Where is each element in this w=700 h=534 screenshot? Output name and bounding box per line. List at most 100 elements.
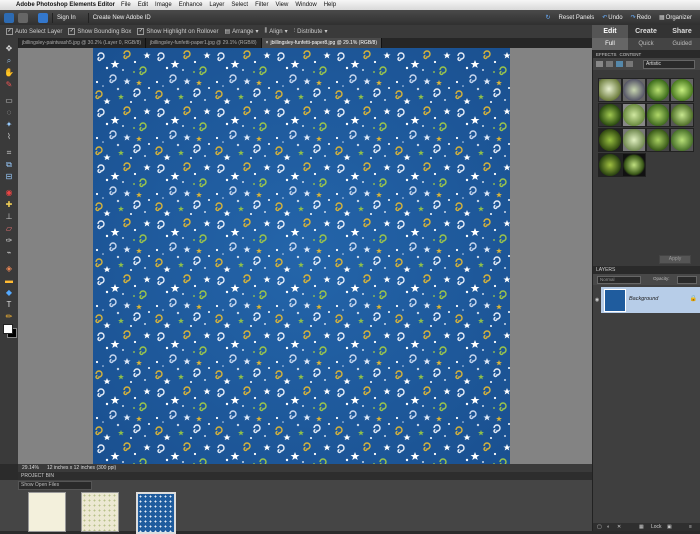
bin-thumbnail-funfetti-paper1[interactable] xyxy=(81,492,119,532)
apply-button[interactable]: Apply xyxy=(659,255,691,264)
show-open-files-dropdown[interactable]: Show Open Files xyxy=(18,481,92,490)
pencil-tool-icon[interactable]: ✏ xyxy=(4,312,14,322)
effect-thumbnail[interactable] xyxy=(670,103,694,127)
lock-transparent-icon[interactable]: ▦ xyxy=(639,524,644,530)
lock-all-icon[interactable]: ▣ xyxy=(667,524,672,530)
doc-tab-paintwash[interactable]: jbillingsley-paintwash5.jpg @ 30.2% (Lay… xyxy=(18,38,147,48)
reset-panels-button[interactable]: Reset Panels xyxy=(559,15,595,21)
organizer-icon[interactable]: ▦ xyxy=(659,14,665,21)
tab-full[interactable]: Full xyxy=(592,38,628,50)
panel-menu-icon[interactable]: ≡ xyxy=(689,524,692,530)
menu-file[interactable]: File xyxy=(121,2,131,8)
effect-thumbnail[interactable] xyxy=(646,78,670,102)
tab-quick[interactable]: Quick xyxy=(628,38,664,50)
zoom-level[interactable]: 29.14% xyxy=(22,465,39,471)
tab-content[interactable]: CONTENT xyxy=(620,52,642,57)
create-adobe-id-link[interactable]: Create New Adobe ID xyxy=(93,15,151,21)
bin-thumbnail-paintwash[interactable] xyxy=(28,492,66,532)
menu-enhance[interactable]: Enhance xyxy=(179,2,203,8)
show-bounding-box-checkbox[interactable]: ✓ Show Bounding Box xyxy=(68,28,131,35)
close-icon[interactable]: × xyxy=(266,40,269,46)
tab-edit[interactable]: Edit xyxy=(592,25,628,38)
type-tool-icon[interactable]: T xyxy=(4,300,14,310)
brush-tool-icon[interactable]: ✑ xyxy=(4,236,14,246)
align-dropdown[interactable]: ⫼ Align ▾ xyxy=(265,28,288,35)
shape-tool-icon[interactable]: ◆ xyxy=(4,288,14,298)
help-icon[interactable] xyxy=(38,12,48,23)
smart-brush-icon[interactable]: ⌁ xyxy=(4,248,14,258)
arrange-dropdown[interactable]: ▤ Arrange ▾ xyxy=(224,28,258,36)
effect-thumbnail[interactable] xyxy=(622,153,646,177)
bin-thumbnail-funfetti-paper8[interactable] xyxy=(136,492,176,534)
effect-thumbnail[interactable] xyxy=(646,103,670,127)
effect-thumbnail[interactable] xyxy=(646,128,670,152)
effect-thumbnail[interactable] xyxy=(622,78,646,102)
marquee-tool-icon[interactable]: ▭ xyxy=(4,96,14,106)
workspace-icon[interactable] xyxy=(18,12,28,23)
selection-brush-icon[interactable]: ⌇ xyxy=(4,132,14,142)
clone-stamp-icon[interactable]: ⊥ xyxy=(4,212,14,222)
sign-in-link[interactable]: Sign In xyxy=(57,15,76,21)
app-name-menu[interactable]: Adobe Photoshop Elements Editor xyxy=(16,2,115,8)
home-icon[interactable] xyxy=(4,12,14,23)
layers-panel-title[interactable]: LAYERS xyxy=(593,266,700,274)
effects-category-dropdown[interactable]: Artistic xyxy=(643,60,695,69)
organizer-button[interactable]: Organizer xyxy=(666,15,692,21)
effect-thumbnail[interactable] xyxy=(598,153,622,177)
effect-thumbnail[interactable] xyxy=(670,128,694,152)
tab-effects[interactable]: EFFECTS xyxy=(596,52,617,57)
show-highlight-checkbox[interactable]: ✓ Show Highlight on Rollover xyxy=(137,28,218,35)
menu-layer[interactable]: Layer xyxy=(209,2,224,8)
delete-layer-icon[interactable]: ✕ xyxy=(617,524,621,530)
effect-thumbnail[interactable] xyxy=(670,78,694,102)
tab-create[interactable]: Create xyxy=(628,25,664,38)
canvas-area[interactable] xyxy=(18,48,592,464)
doc-tab-funfetti-paper8[interactable]: × jbillingsley-funfetti-paper8.jpg @ 29.1… xyxy=(261,38,382,48)
effect-thumbnail[interactable] xyxy=(622,103,646,127)
eraser-tool-icon[interactable]: ▱ xyxy=(4,224,14,234)
move-tool-icon[interactable]: ✥ xyxy=(4,44,14,54)
menu-filter[interactable]: Filter xyxy=(255,2,268,8)
undo-icon[interactable]: ↶ xyxy=(602,14,607,21)
zoom-tool-icon[interactable]: ⌕ xyxy=(4,56,14,66)
photo-effects-icon[interactable] xyxy=(616,61,623,67)
red-eye-tool-icon[interactable]: ◉ xyxy=(4,188,14,198)
menu-help[interactable]: Help xyxy=(324,2,336,8)
effect-thumbnail[interactable] xyxy=(598,78,622,102)
document-canvas[interactable] xyxy=(93,48,510,464)
menu-select[interactable]: Select xyxy=(231,2,248,8)
straighten-tool-icon[interactable]: ⊟ xyxy=(4,172,14,182)
eyedropper-tool-icon[interactable]: ✎ xyxy=(4,80,14,90)
hand-tool-icon[interactable]: ✋ xyxy=(4,68,14,78)
magic-wand-tool-icon[interactable]: ✦ xyxy=(4,120,14,130)
spot-healing-icon[interactable]: ✚ xyxy=(4,200,14,210)
show-all-icon[interactable] xyxy=(626,61,633,67)
tab-guided[interactable]: Guided xyxy=(664,38,700,50)
layer-styles-icon[interactable] xyxy=(606,61,613,67)
lasso-tool-icon[interactable]: ◌ xyxy=(4,108,14,118)
distribute-dropdown[interactable]: ⫶ Distribute ▾ xyxy=(294,28,328,35)
filters-icon[interactable] xyxy=(596,61,603,67)
reset-panels-icon[interactable]: ↻ xyxy=(546,14,551,21)
redo-icon[interactable]: ↷ xyxy=(631,14,636,21)
undo-button[interactable]: Undo xyxy=(608,15,622,21)
effect-thumbnail[interactable] xyxy=(598,128,622,152)
crop-tool-icon[interactable]: ⌗ xyxy=(4,148,14,158)
menu-window[interactable]: Window xyxy=(295,2,316,8)
visibility-eye-icon[interactable]: ◉ xyxy=(593,287,601,313)
recompose-tool-icon[interactable]: ⧉ xyxy=(4,160,14,170)
foreground-color-swatch[interactable] xyxy=(3,324,13,334)
adjustment-layer-icon[interactable]: ◐ xyxy=(607,524,610,530)
tab-share[interactable]: Share xyxy=(664,25,700,38)
project-bin-title[interactable]: PROJECT BIN xyxy=(21,473,54,479)
layer-row-background[interactable]: Background 🔒 xyxy=(601,287,700,313)
new-layer-icon[interactable]: ▢ xyxy=(597,524,602,530)
menu-image[interactable]: Image xyxy=(155,2,172,8)
menu-edit[interactable]: Edit xyxy=(138,2,148,8)
blend-mode-dropdown[interactable]: Normal xyxy=(597,276,641,284)
paint-bucket-icon[interactable]: ◈ xyxy=(4,264,14,274)
effect-thumbnail[interactable] xyxy=(622,128,646,152)
effect-thumbnail[interactable] xyxy=(598,103,622,127)
auto-select-layer-checkbox[interactable]: ✓ Auto Select Layer xyxy=(6,28,62,35)
menu-view[interactable]: View xyxy=(275,2,288,8)
